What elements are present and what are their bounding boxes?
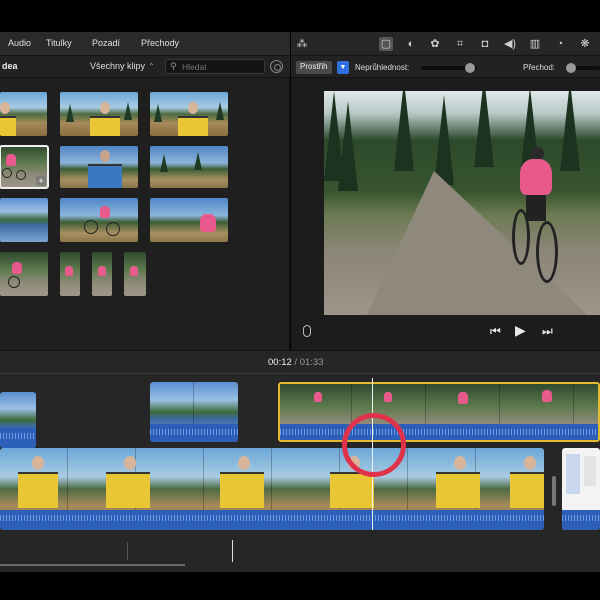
timeline-ruler — [0, 373, 600, 374]
opacity-slider-knob[interactable] — [464, 63, 475, 73]
clip-thumbnail[interactable] — [60, 146, 138, 188]
clip-thumbnail[interactable] — [0, 92, 47, 136]
clip-thumbnail[interactable] — [60, 92, 138, 136]
tab-audio[interactable]: Audio — [8, 38, 31, 48]
browser-tabs: Audio Titulky Pozadí Přechody — [0, 32, 290, 56]
transition-slider-knob[interactable] — [566, 63, 576, 73]
clip-thumbnail[interactable] — [60, 198, 138, 242]
magic-wand-icon[interactable]: ⁂ — [295, 37, 309, 51]
timeline-marker — [232, 540, 233, 562]
chevron-updown-icon: ⌃ — [148, 62, 155, 71]
opacity-label: Neprůhlednost: — [355, 63, 410, 72]
tab-backgrounds[interactable]: Pozadí — [92, 38, 120, 48]
viewer-panel: ⁂ ▢ ◐ ✿ ⌗ ◘ ◀) ▥ ◔ ❋ Prostřih ▼ Neprůhle… — [291, 32, 600, 350]
equalizer-icon[interactable]: ▥ — [528, 37, 542, 51]
timeline-clip[interactable] — [0, 392, 36, 448]
timeline-scrollbar[interactable] — [552, 476, 556, 506]
time-separator: / — [294, 357, 298, 368]
overlay-style-select[interactable]: Prostřih — [296, 61, 332, 74]
effects-icon[interactable]: ❋ — [578, 37, 592, 51]
chevron-down-icon[interactable]: ▼ — [337, 61, 349, 74]
volume-icon[interactable]: ◀) — [503, 37, 517, 51]
media-browser: Audio Titulky Pozadí Přechody dea Všechn… — [0, 32, 290, 350]
timecode: 00:12 / 01:33 — [268, 357, 323, 368]
timeline-marker — [127, 542, 128, 560]
top-bar — [0, 0, 600, 32]
video-preview — [324, 91, 600, 315]
bottom-bar — [0, 572, 600, 600]
current-time: 00:12 — [268, 357, 292, 368]
highlight-circle — [342, 413, 406, 477]
skip-back-icon[interactable]: ⏮ — [490, 324, 501, 339]
clip-thumbnail[interactable] — [150, 146, 228, 188]
timeline-clip-selected[interactable] — [278, 382, 600, 442]
clip-thumbnail[interactable] — [150, 198, 228, 242]
tab-titles[interactable]: Titulky — [46, 38, 72, 48]
microphone-icon[interactable] — [303, 325, 311, 337]
adjust-toolbar: ⁂ ▢ ◐ ✿ ⌗ ◘ ◀) ▥ ◔ ❋ — [291, 32, 600, 56]
color-balance-icon[interactable]: ◐ — [404, 37, 418, 51]
crop-icon[interactable]: ⌗ — [453, 37, 467, 51]
timeline-zoom-track[interactable] — [0, 564, 185, 566]
clips-filter-select[interactable]: Všechny klipy ⌃ — [90, 61, 155, 71]
crop-overlay-icon[interactable]: ▢ — [379, 37, 393, 51]
search-field[interactable]: ⚲ — [165, 59, 265, 74]
clips-filter-label: Všechny klipy — [90, 61, 146, 71]
clip-thumbnail[interactable] — [124, 252, 146, 296]
clip-thumbnail[interactable] — [0, 252, 48, 296]
settings-gear-icon[interactable] — [270, 60, 283, 73]
clip-thumbnail[interactable] — [0, 198, 48, 242]
clip-thumbnail-selected[interactable]: + — [0, 145, 49, 189]
clip-thumbnail[interactable] — [60, 252, 80, 296]
total-time: 01:33 — [299, 357, 324, 368]
clip-thumbnail[interactable] — [150, 92, 228, 136]
tab-transitions[interactable]: Přechody — [141, 38, 179, 48]
timeline-clip-screenshot[interactable] — [562, 448, 600, 530]
clip-thumbnail[interactable] — [92, 252, 112, 296]
media-title: dea — [2, 61, 18, 71]
timeline-main-clip[interactable] — [0, 448, 544, 530]
stabilization-camera-icon[interactable]: ◘ — [478, 37, 492, 51]
transition-slider[interactable] — [566, 63, 600, 73]
transition-label: Přechod: — [523, 63, 556, 72]
timeline-clip[interactable] — [150, 382, 238, 442]
play-icon[interactable]: ▶ — [515, 322, 526, 339]
speed-icon[interactable]: ◔ — [553, 37, 567, 51]
add-clip-icon[interactable]: + — [36, 176, 46, 186]
browser-header: dea Všechny klipy ⌃ ⚲ — [0, 56, 290, 78]
search-input[interactable] — [182, 61, 262, 72]
color-palette-icon[interactable]: ✿ — [428, 37, 442, 51]
skip-forward-icon[interactable]: ⏭ — [542, 324, 553, 339]
overlay-options-bar: Prostřih ▼ Neprůhlednost: Přechod: — [291, 56, 600, 78]
search-icon: ⚲ — [170, 61, 177, 71]
opacity-slider[interactable] — [421, 63, 477, 73]
